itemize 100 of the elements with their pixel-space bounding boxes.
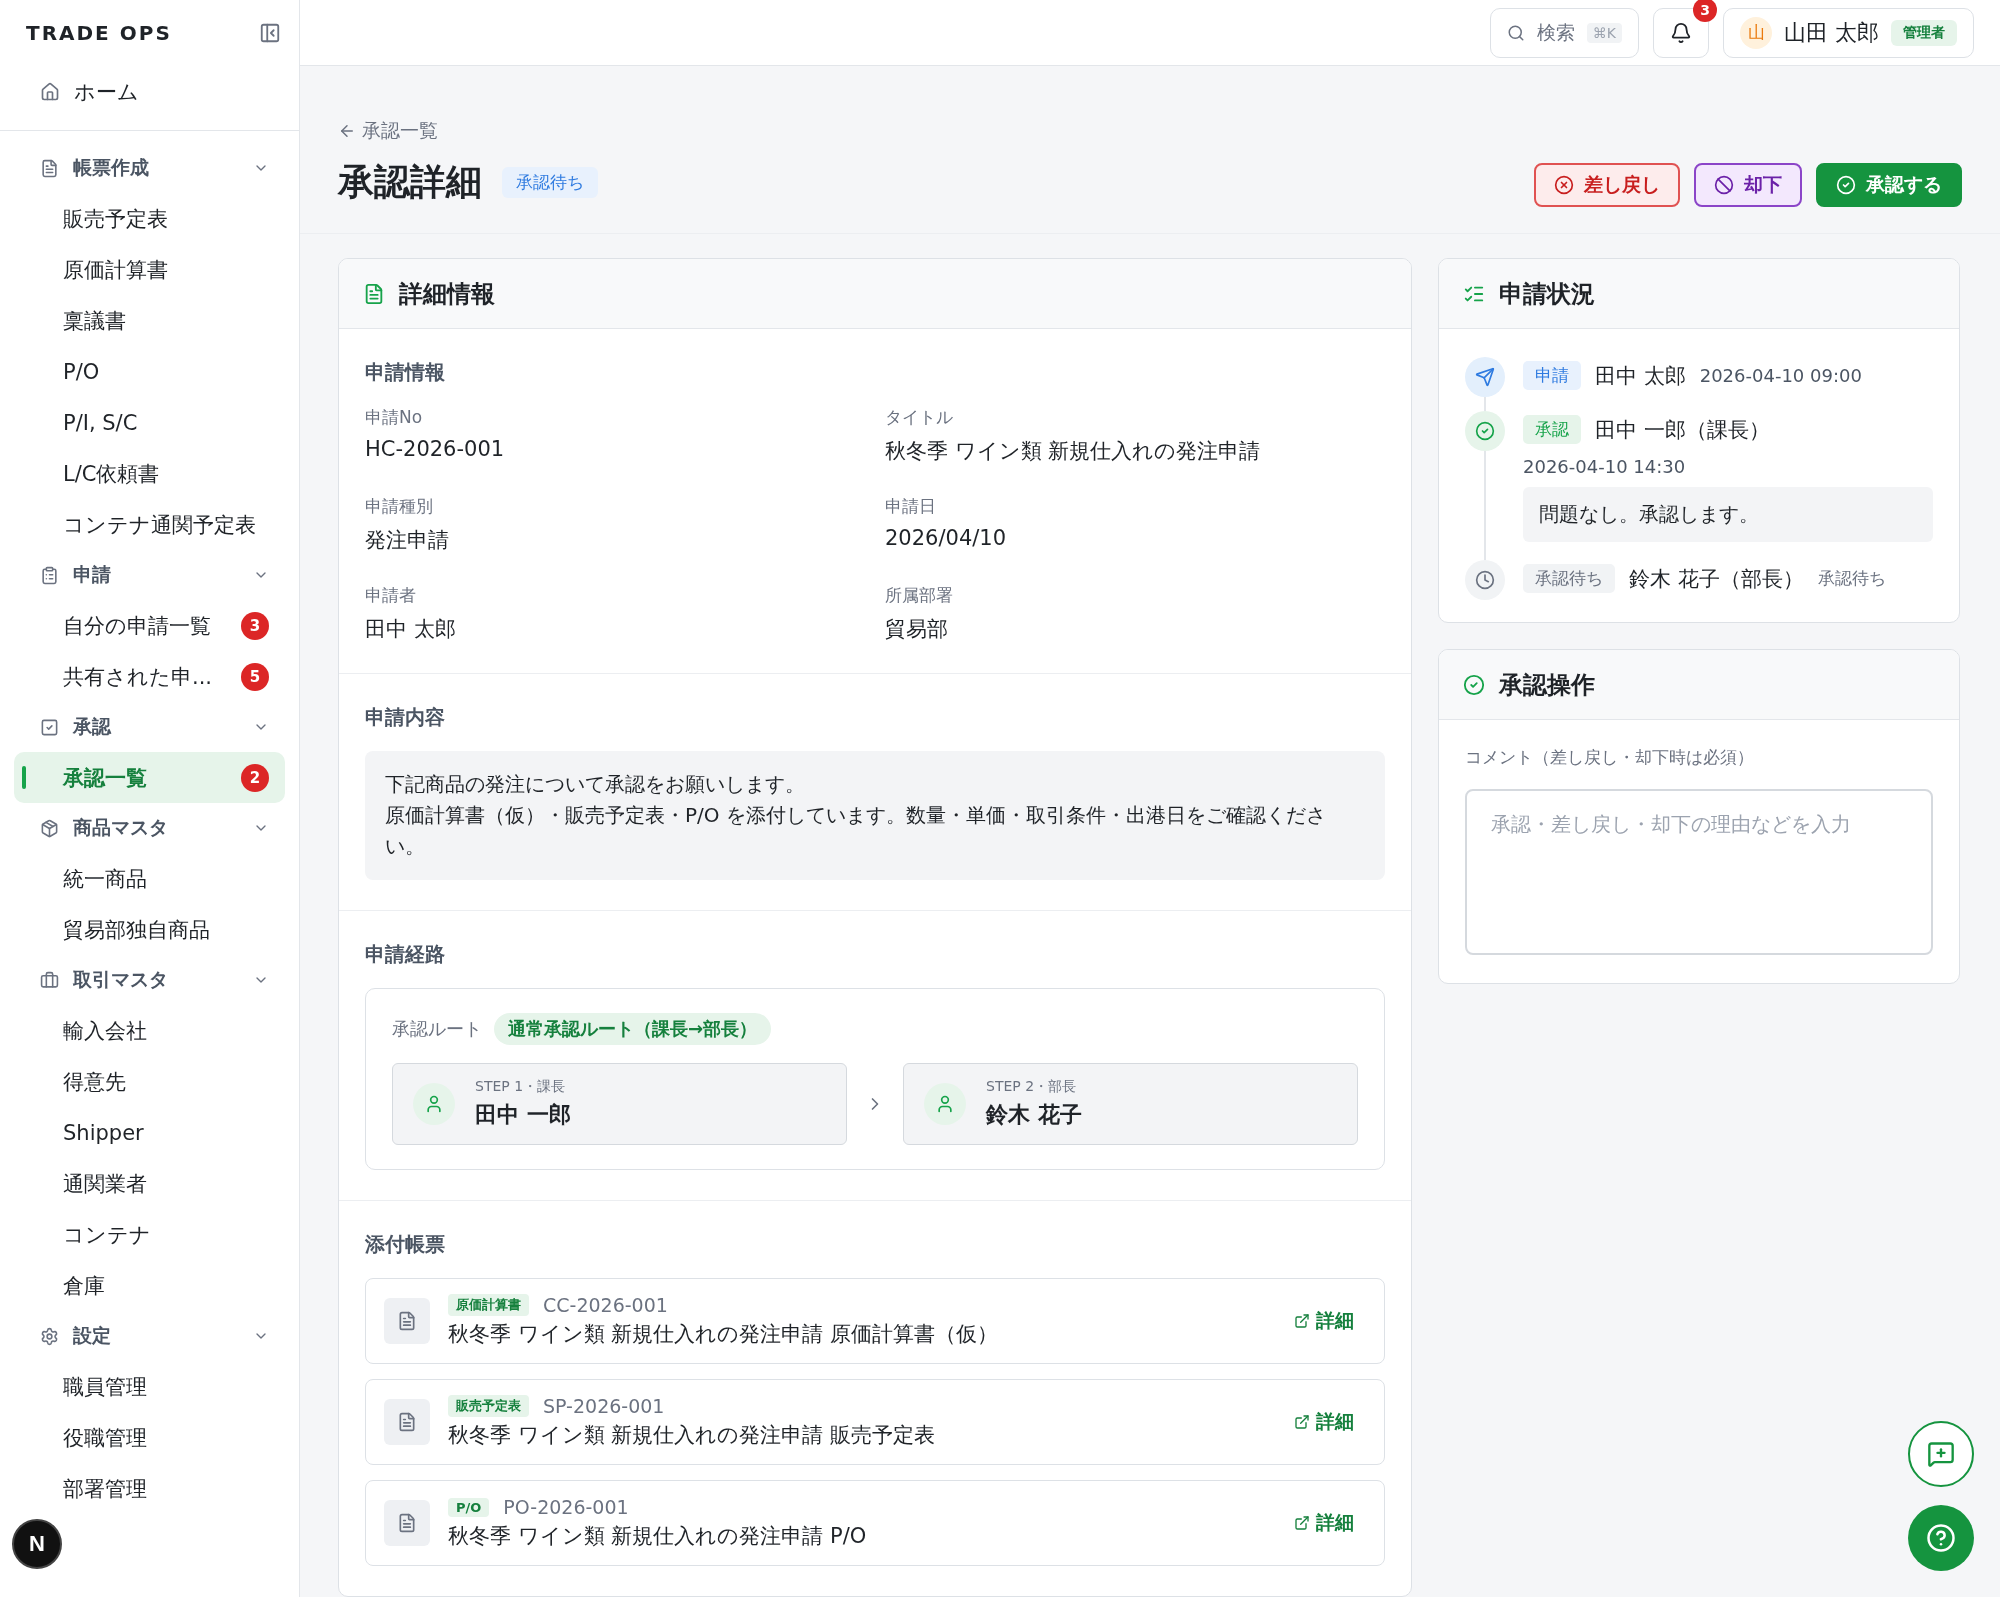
approve-button[interactable]: 承認する <box>1816 163 1962 207</box>
external-link-icon <box>1294 1313 1310 1329</box>
person-icon <box>413 1083 455 1125</box>
sidebar-item[interactable]: 役職管理 <box>14 1412 285 1463</box>
sidebar-group-header[interactable]: 帳票作成 <box>14 143 285 193</box>
sidebar-item[interactable]: 職員管理 <box>14 1361 285 1412</box>
sidebar-item[interactable]: Shipper <box>14 1107 285 1158</box>
section-title: 添付帳票 <box>365 1231 446 1258</box>
user-avatar: 山 <box>1740 16 1772 49</box>
document-type-tag: 原価計算書 <box>448 1294 529 1316</box>
sidebar-item[interactable]: コンテナ <box>14 1209 285 1260</box>
field-value: 貿易部 <box>885 616 949 643</box>
sidebar-item[interactable]: 稟議書 <box>14 295 285 346</box>
check-circle-icon <box>1463 673 1485 696</box>
external-link-icon <box>1294 1515 1310 1531</box>
sidebar-group-header[interactable]: 設定 <box>14 1311 285 1361</box>
brand-name: TRADE OPS <box>26 21 172 45</box>
sidebar-item[interactable]: ホーム <box>14 66 285 118</box>
page-title: 承認詳細 <box>338 160 482 204</box>
sidebar-item[interactable]: 自分の申請一覧 3 <box>14 600 285 651</box>
shortcut-hint: ⌘K <box>1586 22 1622 43</box>
count-badge: 3 <box>241 611 269 640</box>
sidebar-item[interactable]: 共有された申... 5 <box>14 651 285 702</box>
sidebar-group-header[interactable]: 申請 <box>14 550 285 600</box>
count-badge: 2 <box>241 763 269 792</box>
bell-icon <box>1670 21 1692 44</box>
document-icon <box>384 1298 430 1344</box>
back-link[interactable]: 承認一覧 <box>338 118 598 144</box>
document-title: 秋冬季 ワイン類 新規仕入れの発注申請 原価計算書（仮） <box>448 1321 1000 1348</box>
help-icon <box>1926 1523 1956 1553</box>
sidebar-item[interactable]: L/C依頼書 <box>14 448 285 499</box>
detail-link[interactable]: 詳細 <box>1294 1308 1354 1334</box>
sidebar-item[interactable]: P/I, S/C <box>14 397 285 448</box>
sidebar-item[interactable]: 輸入会社 <box>14 1005 285 1056</box>
route-badge: 通常承認ルート（課長→部長） <box>494 1013 772 1045</box>
sidebar-item[interactable]: 倉庫 <box>14 1260 285 1311</box>
sidebar-group-header[interactable]: 承認 <box>14 702 285 752</box>
section-title: 申請内容 <box>365 704 446 731</box>
detail-link[interactable]: 詳細 <box>1294 1409 1354 1435</box>
field-value: 2026/04/10 <box>885 526 1008 550</box>
detail-link[interactable]: 詳細 <box>1294 1510 1354 1536</box>
person-name: 田中 太郎 <box>1595 362 1686 390</box>
field-label: タイトル <box>885 406 954 429</box>
request-content: 下記商品の発注について承認をお願いします。 原価計算書（仮）・販売予定表・P/O を添付しています。数量・単価・取引条件・出港日をご確認ください。 <box>365 751 1385 880</box>
collapse-sidebar-button[interactable] <box>259 22 281 44</box>
comment-field[interactable]: 承認・差し戻し・却下の理由などを入力 <box>1465 789 1933 955</box>
sidebar-group-header[interactable]: 取引マスタ <box>14 955 285 1005</box>
home-icon <box>40 82 60 102</box>
field-value: HC-2026-001 <box>365 437 506 461</box>
approver-name: 田中 一郎 <box>475 1101 571 1129</box>
field-value: 田中 太郎 <box>365 616 457 643</box>
group-icon <box>40 717 59 737</box>
step-label: STEP 2・部長 <box>986 1078 1078 1096</box>
message-plus-icon <box>1927 1440 1955 1468</box>
sidebar-item[interactable]: 統一商品 <box>14 853 285 904</box>
sidebar-item[interactable]: 原価計算書 <box>14 244 285 295</box>
sidebar-item[interactable]: 得意先 <box>14 1056 285 1107</box>
approved-icon <box>1465 411 1505 451</box>
timestamp: 2026-04-10 09:00 <box>1699 365 1862 386</box>
search-button[interactable]: 検索 ⌘K <box>1489 7 1639 58</box>
document-icon <box>363 282 385 305</box>
sidebar-item[interactable]: 貿易部独自商品 <box>14 904 285 955</box>
user-name: 山田 太郎 <box>1784 18 1879 47</box>
step-label: STEP 1・課長 <box>475 1078 567 1096</box>
group-icon <box>40 970 59 990</box>
approval-comment: 問題なし。承認します。 <box>1523 487 1933 542</box>
count-badge: 5 <box>241 662 269 691</box>
person-name: 田中 一郎（課長） <box>1595 416 1770 444</box>
sidebar-item[interactable]: 部署管理 <box>14 1463 285 1514</box>
return-button[interactable]: 差し戻し <box>1534 163 1680 207</box>
document-title: 秋冬季 ワイン類 新規仕入れの発注申請 P/O <box>448 1523 868 1550</box>
dev-tools-button[interactable]: N <box>12 1519 62 1569</box>
field-label: コメント（差し戻し・却下時は必須） <box>1465 746 1755 769</box>
reject-button[interactable]: 却下 <box>1694 163 1802 207</box>
notification-count: 3 <box>1693 0 1717 22</box>
pending-icon <box>1465 560 1505 600</box>
sidebar-item[interactable]: P/O <box>14 346 285 397</box>
field-label: 申請No <box>365 406 424 429</box>
card-title: 申請状況 <box>1499 278 1595 310</box>
document-code: PO-2026-001 <box>503 1496 629 1518</box>
sidebar-item[interactable]: コンテナ通関予定表 <box>14 499 285 550</box>
user-menu[interactable]: 山 山田 太郎 管理者 <box>1723 7 1974 58</box>
notifications-button[interactable] <box>1653 7 1709 58</box>
status-tag: 承認待ち <box>1523 564 1615 593</box>
document-type-tag: 販売予定表 <box>448 1395 529 1417</box>
sidebar-item[interactable]: 販売予定表 <box>14 193 285 244</box>
group-icon <box>40 1326 59 1346</box>
document-icon <box>384 1399 430 1445</box>
status-badge: 承認待ち <box>502 167 598 198</box>
section-title: 申請情報 <box>365 359 446 386</box>
role-badge: 管理者 <box>1891 19 1957 46</box>
field-label: 申請種別 <box>365 495 434 518</box>
document-icon <box>384 1500 430 1546</box>
sidebar-item[interactable]: 承認一覧 2 <box>14 752 285 803</box>
field-label: 申請者 <box>365 584 417 607</box>
sidebar-group-header[interactable]: 商品マスタ <box>14 803 285 853</box>
sidebar-item[interactable]: 通関業者 <box>14 1158 285 1209</box>
field-label: 所属部署 <box>885 584 954 607</box>
status-note: 承認待ち <box>1817 567 1886 590</box>
field-value: 秋冬季 ワイン類 新規仕入れの発注申請 <box>885 438 1262 465</box>
